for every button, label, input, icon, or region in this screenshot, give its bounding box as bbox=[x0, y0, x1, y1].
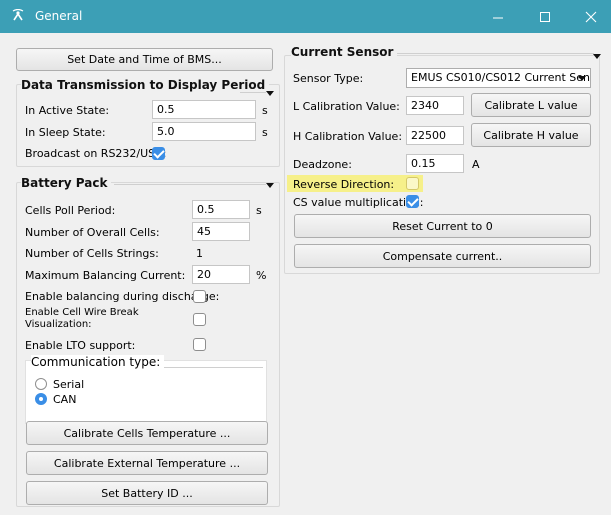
radio-can-label: CAN bbox=[53, 393, 77, 406]
radio-can[interactable] bbox=[35, 393, 47, 405]
deadzone-unit: A bbox=[472, 158, 480, 171]
cells-poll-unit: s bbox=[256, 204, 262, 217]
max-balancing-label: Maximum Balancing Current: bbox=[25, 269, 186, 282]
battery-pack-title: Battery Pack bbox=[21, 176, 112, 190]
calibrate-l-button[interactable]: Calibrate L value bbox=[471, 93, 591, 117]
compensate-current-label: Compensate current.. bbox=[382, 249, 503, 263]
calibrate-external-temperature-label: Calibrate External Temperature ... bbox=[53, 456, 241, 470]
max-balancing-input[interactable]: 20 bbox=[192, 265, 250, 284]
calibrate-cells-temperature-button[interactable]: Calibrate Cells Temperature ... bbox=[26, 421, 268, 445]
overall-cells-label: Number of Overall Cells: bbox=[25, 226, 160, 239]
reset-current-label: Reset Current to 0 bbox=[392, 219, 493, 233]
set-battery-id-label: Set Battery ID ... bbox=[101, 486, 193, 500]
set-battery-id-button[interactable]: Set Battery ID ... bbox=[26, 481, 268, 505]
cells-poll-label: Cells Poll Period: bbox=[25, 204, 116, 217]
in-sleep-label: In Sleep State: bbox=[25, 126, 106, 139]
collapse-caret-icon[interactable] bbox=[266, 183, 274, 188]
overall-cells-input[interactable]: 45 bbox=[192, 222, 250, 241]
minimize-icon bbox=[493, 17, 503, 19]
max-balancing-unit: % bbox=[256, 269, 267, 282]
window-title: General bbox=[35, 9, 83, 23]
set-date-time-button-label: Set Date and Time of BMS... bbox=[67, 53, 222, 66]
group-header-line bbox=[153, 367, 263, 368]
in-active-label: In Active State: bbox=[25, 104, 110, 117]
communication-type-title: Communication type: bbox=[31, 355, 165, 369]
reverse-direction-label: Reverse Direction: bbox=[293, 178, 395, 191]
calibrate-external-temperature-button[interactable]: Calibrate External Temperature ... bbox=[26, 451, 268, 475]
close-button[interactable] bbox=[571, 0, 611, 33]
radio-serial-label: Serial bbox=[53, 378, 85, 391]
collapse-caret-icon[interactable] bbox=[266, 91, 274, 96]
close-icon bbox=[585, 11, 597, 23]
radio-serial[interactable] bbox=[35, 378, 47, 390]
cs-multiplication-label: CS value multiplication: bbox=[293, 196, 424, 209]
in-active-unit: s bbox=[262, 104, 268, 117]
enable-balancing-label: Enable balancing during discharge: bbox=[25, 290, 220, 303]
general-settings-panel: Set Date and Time of BMS... Data Transmi… bbox=[0, 33, 611, 515]
cells-strings-label: Number of Cells Strings: bbox=[25, 247, 159, 260]
lto-checkbox[interactable] bbox=[193, 338, 206, 351]
group-header-line bbox=[114, 184, 266, 185]
maximize-icon bbox=[540, 12, 550, 22]
communication-type-group bbox=[25, 360, 267, 424]
wire-break-label-line1: Enable Cell Wire Break bbox=[25, 307, 139, 318]
deadzone-label: Deadzone: bbox=[293, 158, 352, 171]
deadzone-input[interactable]: 0.15 bbox=[406, 154, 464, 173]
broadcast-checkbox[interactable] bbox=[152, 147, 165, 160]
calibrate-h-label: Calibrate H value bbox=[483, 128, 579, 142]
chevron-down-icon bbox=[578, 76, 586, 81]
data-transmission-title: Data Transmission to Display Period bbox=[21, 78, 270, 92]
calibrate-h-button[interactable]: Calibrate H value bbox=[471, 123, 591, 147]
set-date-time-button[interactable]: Set Date and Time of BMS... bbox=[16, 48, 273, 71]
maximize-button[interactable] bbox=[525, 0, 565, 33]
wire-break-label-line2: Visualization: bbox=[25, 319, 92, 330]
lto-label: Enable LTO support: bbox=[25, 339, 136, 352]
calibrate-cells-temperature-label: Calibrate Cells Temperature ... bbox=[63, 426, 231, 440]
current-sensor-title: Current Sensor bbox=[291, 45, 398, 59]
cs-multiplication-checkbox[interactable] bbox=[406, 195, 419, 208]
title-bar[interactable]: General bbox=[0, 0, 611, 33]
sensor-type-label: Sensor Type: bbox=[293, 72, 364, 85]
sensor-type-select[interactable]: EMUS CS010/CS012 Current Senso bbox=[406, 68, 591, 88]
reset-current-button[interactable]: Reset Current to 0 bbox=[294, 214, 591, 238]
h-calibration-input[interactable]: 22500 bbox=[406, 126, 464, 145]
group-header-line bbox=[388, 53, 594, 54]
calibrate-l-label: Calibrate L value bbox=[484, 98, 578, 112]
group-header-line bbox=[240, 92, 266, 93]
minimize-button[interactable] bbox=[478, 0, 518, 33]
reverse-direction-checkbox[interactable] bbox=[406, 177, 419, 190]
cells-strings-value: 1 bbox=[196, 247, 203, 260]
antenna-app-icon bbox=[12, 9, 24, 21]
in-sleep-input[interactable]: 5.0 bbox=[152, 122, 256, 141]
h-calibration-label: H Calibration Value: bbox=[293, 130, 403, 143]
in-sleep-unit: s bbox=[262, 126, 268, 139]
compensate-current-button[interactable]: Compensate current.. bbox=[294, 244, 591, 268]
l-calibration-label: L Calibration Value: bbox=[293, 100, 400, 113]
wire-break-checkbox[interactable] bbox=[193, 313, 206, 326]
sensor-type-value: EMUS CS010/CS012 Current Senso bbox=[411, 71, 591, 84]
enable-balancing-checkbox[interactable] bbox=[193, 290, 206, 303]
collapse-caret-icon[interactable] bbox=[593, 54, 601, 59]
l-calibration-input[interactable]: 2340 bbox=[406, 96, 464, 115]
in-active-input[interactable]: 0.5 bbox=[152, 100, 256, 119]
cells-poll-input[interactable]: 0.5 bbox=[192, 200, 250, 219]
broadcast-label: Broadcast on RS232/USB: bbox=[25, 147, 167, 160]
